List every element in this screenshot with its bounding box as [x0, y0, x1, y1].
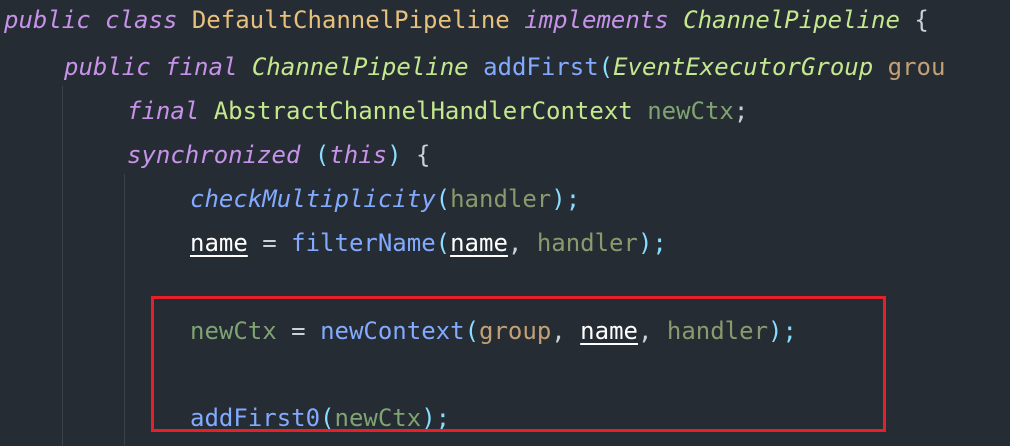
keyword: public [64, 53, 151, 81]
keyword: final [165, 53, 238, 81]
keyword: implements [524, 6, 669, 34]
code-line-3: final AbstractChannelHandlerContext newC… [127, 91, 748, 131]
keyword: final [127, 97, 200, 125]
code-editor[interactable]: public class DefaultChannelPipeline impl… [0, 0, 1010, 446]
method-name: addFirst [483, 53, 599, 81]
highlight-box [151, 296, 886, 432]
return-type: ChannelPipeline [251, 53, 469, 81]
semicolon: ; [733, 97, 749, 125]
brace: { [914, 6, 929, 34]
method-call: filterName [291, 229, 436, 257]
indent-guide [62, 86, 63, 446]
code-line-5: checkMultiplicity(handler); [190, 179, 580, 219]
paren: ); [637, 229, 667, 257]
interface-name: ChannelPipeline [683, 6, 900, 34]
type-name: AbstractChannelHandlerContext [213, 97, 633, 125]
class-name: DefaultChannelPipeline [191, 6, 510, 34]
paren: ( [435, 229, 451, 257]
field-ref: name [450, 229, 508, 257]
local-var: newCtx [647, 97, 734, 125]
paren: ( [314, 141, 330, 169]
paren: ( [598, 53, 614, 81]
code-line-4: synchronized (this) { [127, 135, 430, 175]
paren: ( [435, 185, 451, 213]
paren: ); [551, 185, 581, 213]
code-line-1: public class DefaultChannelPipeline impl… [4, 0, 929, 40]
comma: , [507, 229, 537, 257]
paren: ) [387, 141, 402, 169]
code-line-2: public final ChannelPipeline addFirst(Ev… [64, 47, 945, 87]
param-ref: handler [536, 229, 638, 257]
brace: { [416, 141, 431, 169]
keyword: this [329, 141, 388, 169]
indent-guide [124, 174, 125, 446]
code-line-6: name = filterName(name, handler); [190, 223, 667, 263]
operator: = [247, 229, 292, 257]
field-ref: name [190, 229, 248, 257]
keyword: synchronized [127, 141, 301, 169]
param-ref: handler [450, 185, 552, 213]
param-name: grou [887, 53, 946, 81]
keyword: class [105, 6, 178, 34]
keyword: public [4, 6, 91, 34]
method-call: checkMultiplicity [190, 185, 436, 213]
param-type: EventExecutorGroup [613, 53, 874, 81]
